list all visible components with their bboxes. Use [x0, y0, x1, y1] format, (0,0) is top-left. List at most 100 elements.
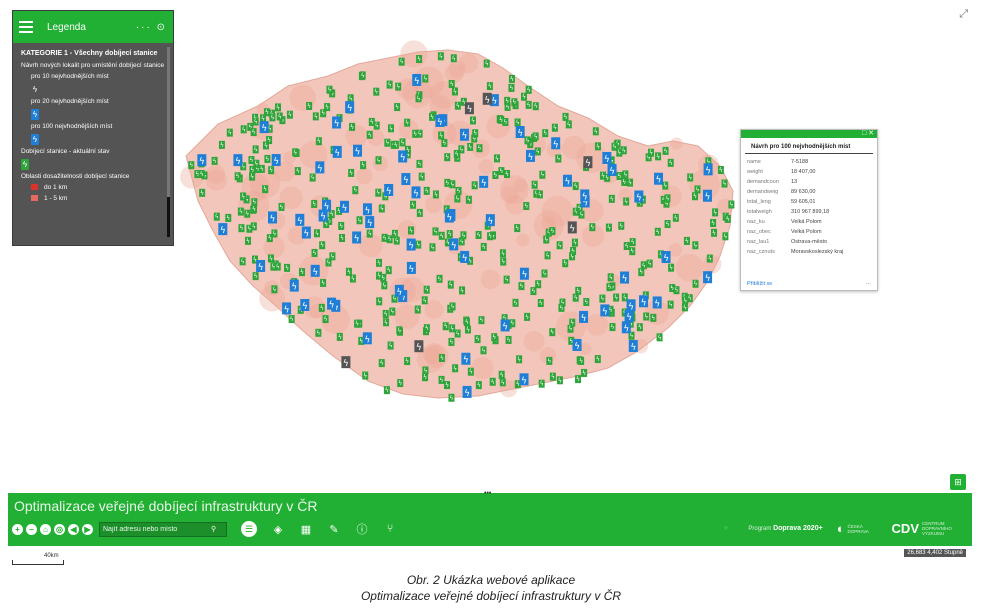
green-station-marker[interactable]: ϟ [375, 188, 382, 197]
blue-station-marker[interactable]: ϟ [624, 309, 634, 323]
green-station-marker[interactable]: ϟ [438, 231, 445, 240]
green-station-marker[interactable]: ϟ [518, 282, 525, 291]
green-station-marker[interactable]: ϟ [724, 214, 731, 223]
green-station-marker[interactable]: ϟ [382, 309, 389, 318]
blue-station-marker[interactable]: ϟ [572, 338, 582, 352]
green-station-marker[interactable]: ϟ [683, 236, 690, 245]
locate-button[interactable]: ◎ [54, 523, 65, 535]
green-station-marker[interactable]: ϟ [555, 154, 562, 163]
green-station-marker[interactable]: ϟ [668, 263, 675, 272]
green-station-marker[interactable]: ϟ [516, 355, 523, 364]
blue-station-marker[interactable]: ϟ [353, 144, 363, 158]
green-station-marker[interactable]: ϟ [620, 146, 627, 155]
green-station-marker[interactable]: ϟ [218, 140, 225, 149]
search-icon[interactable]: ⚲ [211, 525, 216, 533]
green-station-marker[interactable]: ϟ [607, 273, 614, 282]
green-station-marker[interactable]: ϟ [294, 167, 301, 176]
green-station-marker[interactable]: ϟ [575, 286, 582, 295]
green-station-marker[interactable]: ϟ [311, 248, 318, 257]
green-station-marker[interactable]: ϟ [556, 241, 563, 250]
green-station-marker[interactable]: ϟ [692, 241, 699, 250]
green-station-marker[interactable]: ϟ [512, 298, 519, 307]
green-station-marker[interactable]: ϟ [622, 170, 629, 179]
green-station-marker[interactable]: ϟ [623, 242, 630, 251]
green-station-marker[interactable]: ϟ [656, 333, 663, 342]
green-station-marker[interactable]: ϟ [423, 285, 430, 294]
green-station-marker[interactable]: ϟ [621, 177, 628, 186]
green-station-marker[interactable]: ϟ [394, 103, 401, 112]
green-station-marker[interactable]: ϟ [589, 223, 596, 232]
green-station-marker[interactable]: ϟ [640, 261, 647, 269]
green-station-marker[interactable]: ϟ [534, 147, 541, 156]
green-station-marker[interactable]: ϟ [556, 376, 563, 385]
green-station-marker[interactable]: ϟ [395, 82, 402, 91]
green-station-marker[interactable]: ϟ [432, 190, 439, 199]
green-station-marker[interactable]: ϟ [500, 257, 507, 266]
green-station-marker[interactable]: ϟ [366, 130, 373, 139]
green-station-marker[interactable]: ϟ [581, 368, 588, 377]
green-station-marker[interactable]: ϟ [336, 332, 343, 341]
green-station-marker[interactable]: ϟ [646, 259, 653, 268]
green-station-marker[interactable]: ϟ [234, 172, 241, 181]
green-station-marker[interactable]: ϟ [438, 131, 445, 140]
green-station-marker[interactable]: ϟ [286, 110, 293, 119]
gray-station-marker[interactable]: ϟ [583, 156, 593, 169]
green-station-marker[interactable]: ϟ [397, 379, 404, 388]
blue-station-marker[interactable]: ϟ [398, 150, 408, 163]
green-station-marker[interactable]: ϟ [422, 74, 429, 83]
green-station-marker[interactable]: ϟ [326, 85, 333, 94]
green-station-marker[interactable]: ϟ [362, 371, 369, 380]
blue-station-marker[interactable]: ϟ [233, 154, 243, 167]
green-station-marker[interactable]: ϟ [538, 379, 545, 388]
green-station-marker[interactable]: ϟ [423, 186, 430, 195]
green-station-marker[interactable]: ϟ [655, 152, 662, 161]
blue-station-marker[interactable]: ϟ [479, 175, 489, 189]
green-station-marker[interactable]: ϟ [449, 302, 456, 311]
info-icon[interactable]: ⓘ [355, 521, 369, 537]
green-station-marker[interactable]: ϟ [252, 117, 259, 126]
green-station-marker[interactable]: ϟ [509, 319, 516, 328]
blue-station-marker[interactable]: ϟ [703, 271, 713, 284]
green-station-marker[interactable]: ϟ [636, 323, 643, 332]
blue-station-marker[interactable]: ϟ [310, 264, 320, 278]
green-station-marker[interactable]: ϟ [313, 229, 320, 238]
search-box[interactable]: ⚲ [99, 521, 227, 537]
green-station-marker[interactable]: ϟ [514, 118, 521, 127]
green-station-marker[interactable]: ϟ [520, 92, 527, 101]
green-station-marker[interactable]: ϟ [572, 293, 579, 302]
blue-station-marker[interactable]: ϟ [515, 126, 525, 139]
blue-station-marker[interactable]: ϟ [197, 154, 207, 167]
green-station-marker[interactable]: ϟ [404, 357, 411, 366]
blue-station-marker[interactable]: ϟ [327, 297, 337, 311]
green-station-marker[interactable]: ϟ [437, 52, 444, 61]
green-station-marker[interactable]: ϟ [664, 220, 671, 229]
green-station-marker[interactable]: ϟ [274, 262, 281, 271]
green-station-marker[interactable]: ϟ [687, 173, 694, 182]
green-station-marker[interactable]: ϟ [240, 192, 247, 201]
green-station-marker[interactable]: ϟ [278, 202, 285, 211]
green-station-marker[interactable]: ϟ [446, 230, 453, 239]
green-station-marker[interactable]: ϟ [465, 195, 472, 204]
green-station-marker[interactable]: ϟ [499, 378, 506, 387]
blue-station-marker[interactable]: ϟ [289, 279, 299, 293]
green-station-marker[interactable]: ϟ [551, 123, 558, 132]
legend-tools-icon[interactable]: ··· ⊙ [136, 22, 167, 33]
green-station-marker[interactable]: ϟ [383, 386, 390, 395]
green-station-marker[interactable]: ϟ [463, 317, 470, 326]
green-station-marker[interactable]: ϟ [505, 335, 512, 344]
green-station-marker[interactable]: ϟ [237, 207, 244, 216]
blue-station-marker[interactable]: ϟ [271, 154, 281, 167]
blue-station-marker[interactable]: ϟ [525, 149, 535, 163]
green-station-marker[interactable]: ϟ [691, 192, 698, 201]
green-station-marker[interactable]: ϟ [375, 156, 382, 165]
blue-station-marker[interactable]: ϟ [218, 223, 228, 236]
green-station-marker[interactable]: ϟ [491, 333, 498, 342]
green-station-marker[interactable]: ϟ [531, 180, 538, 189]
green-station-marker[interactable]: ϟ [562, 259, 569, 268]
green-station-marker[interactable]: ϟ [599, 171, 606, 180]
next-extent-button[interactable]: ▶ [82, 523, 93, 535]
green-station-marker[interactable]: ϟ [483, 59, 490, 68]
green-station-marker[interactable]: ϟ [712, 208, 719, 217]
green-station-marker[interactable]: ϟ [306, 101, 313, 110]
green-station-marker[interactable]: ϟ [525, 100, 532, 109]
